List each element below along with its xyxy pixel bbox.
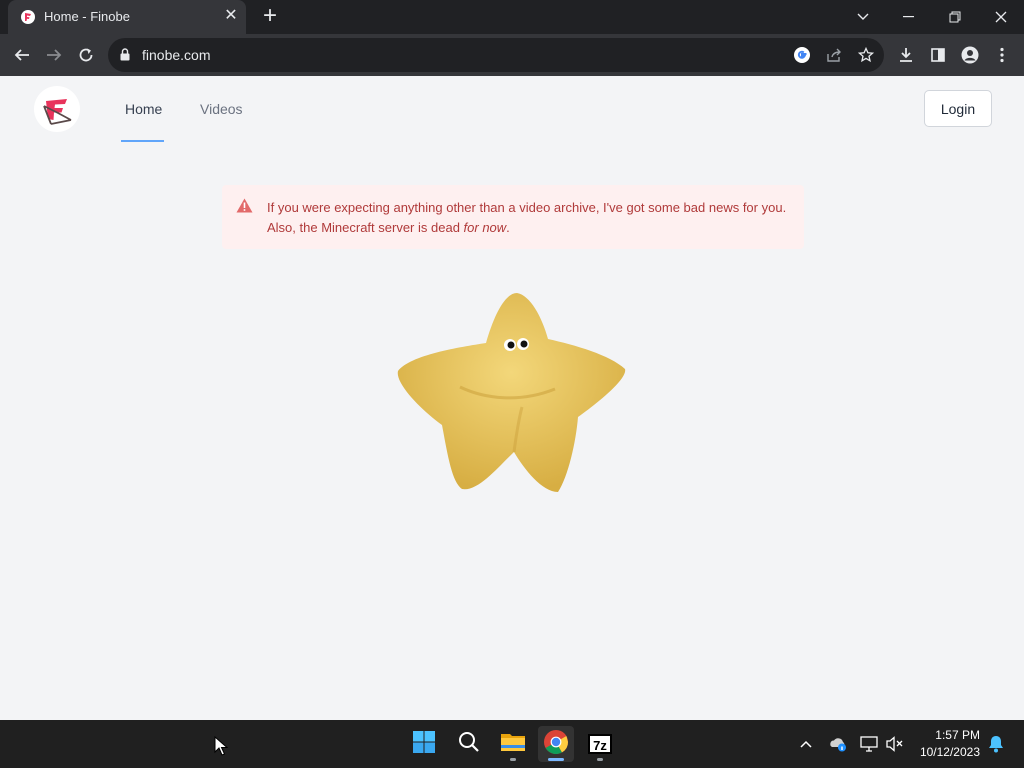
reload-icon[interactable] [73, 42, 99, 68]
forward-icon[interactable] [41, 42, 67, 68]
minimize-icon[interactable] [886, 0, 932, 34]
network-icon[interactable] [859, 734, 879, 754]
address-bar[interactable]: finobe.com [108, 38, 884, 72]
nav-active-indicator [121, 140, 164, 142]
nav-videos-link[interactable]: Videos [200, 101, 243, 117]
clay-star-mascot-image [390, 287, 635, 502]
7zip-icon: 7z [588, 734, 612, 754]
running-indicator [597, 758, 603, 761]
chrome-taskbar-button[interactable] [538, 726, 574, 762]
login-button[interactable]: Login [924, 90, 992, 127]
running-indicator [510, 758, 516, 761]
alert-line-1: If you were expecting anything other tha… [267, 200, 787, 215]
browser-tab[interactable]: Home - Finobe ✕ [8, 0, 246, 34]
page-content: Home Videos Login If you were expecting … [0, 77, 1024, 720]
notification-bell-icon[interactable] [986, 734, 1006, 754]
7zip-taskbar-button[interactable]: 7z [582, 726, 618, 762]
mouse-cursor-icon [214, 735, 229, 761]
search-icon [458, 731, 480, 758]
warning-triangle-icon [236, 198, 253, 218]
onedrive-icon[interactable] [828, 734, 848, 754]
tab-strip: Home - Finobe ✕ + [0, 0, 1024, 34]
clock-time[interactable]: 1:57 PM [930, 728, 980, 742]
tab-search-icon[interactable] [840, 0, 886, 34]
start-button[interactable] [406, 726, 442, 762]
google-lens-icon[interactable] [792, 45, 812, 65]
windows-icon [412, 730, 436, 759]
close-icon[interactable] [978, 0, 1024, 34]
bookmark-star-icon[interactable] [856, 45, 876, 65]
tab-title: Home - Finobe [44, 9, 130, 24]
file-explorer-button[interactable] [495, 726, 531, 762]
profile-icon[interactable] [957, 42, 983, 68]
windows-taskbar: 7z 1:57 PM 10/12/2023 [0, 720, 1024, 768]
side-panel-icon[interactable] [925, 42, 951, 68]
alert-emphasis: for now [463, 220, 507, 235]
back-icon[interactable] [9, 42, 35, 68]
finobe-favicon-icon [21, 10, 35, 24]
volume-muted-icon[interactable] [885, 734, 905, 754]
alert-message: If you were expecting anything other tha… [267, 198, 797, 238]
nav-home-link[interactable]: Home [125, 101, 162, 117]
tab-close-icon[interactable]: ✕ [221, 6, 241, 26]
warning-alert: If you were expecting anything other tha… [222, 185, 804, 249]
alert-line-2: Also, the Minecraft server is dead for n… [267, 220, 510, 235]
clock-date[interactable]: 10/12/2023 [916, 745, 980, 759]
chrome-icon [543, 729, 569, 760]
restore-icon[interactable] [932, 0, 978, 34]
new-tab-icon[interactable]: + [258, 4, 282, 29]
finobe-logo[interactable] [34, 86, 80, 132]
folder-icon [500, 731, 526, 758]
download-icon[interactable] [893, 42, 919, 68]
active-app-indicator [548, 758, 564, 761]
url-text[interactable]: finobe.com [142, 47, 210, 63]
chevron-up-icon[interactable] [796, 734, 816, 754]
lock-icon[interactable] [120, 48, 130, 66]
browser-toolbar: finobe.com [0, 34, 1024, 76]
taskbar-search-button[interactable] [451, 726, 487, 762]
share-icon[interactable] [824, 45, 844, 65]
menu-icon[interactable] [989, 42, 1015, 68]
